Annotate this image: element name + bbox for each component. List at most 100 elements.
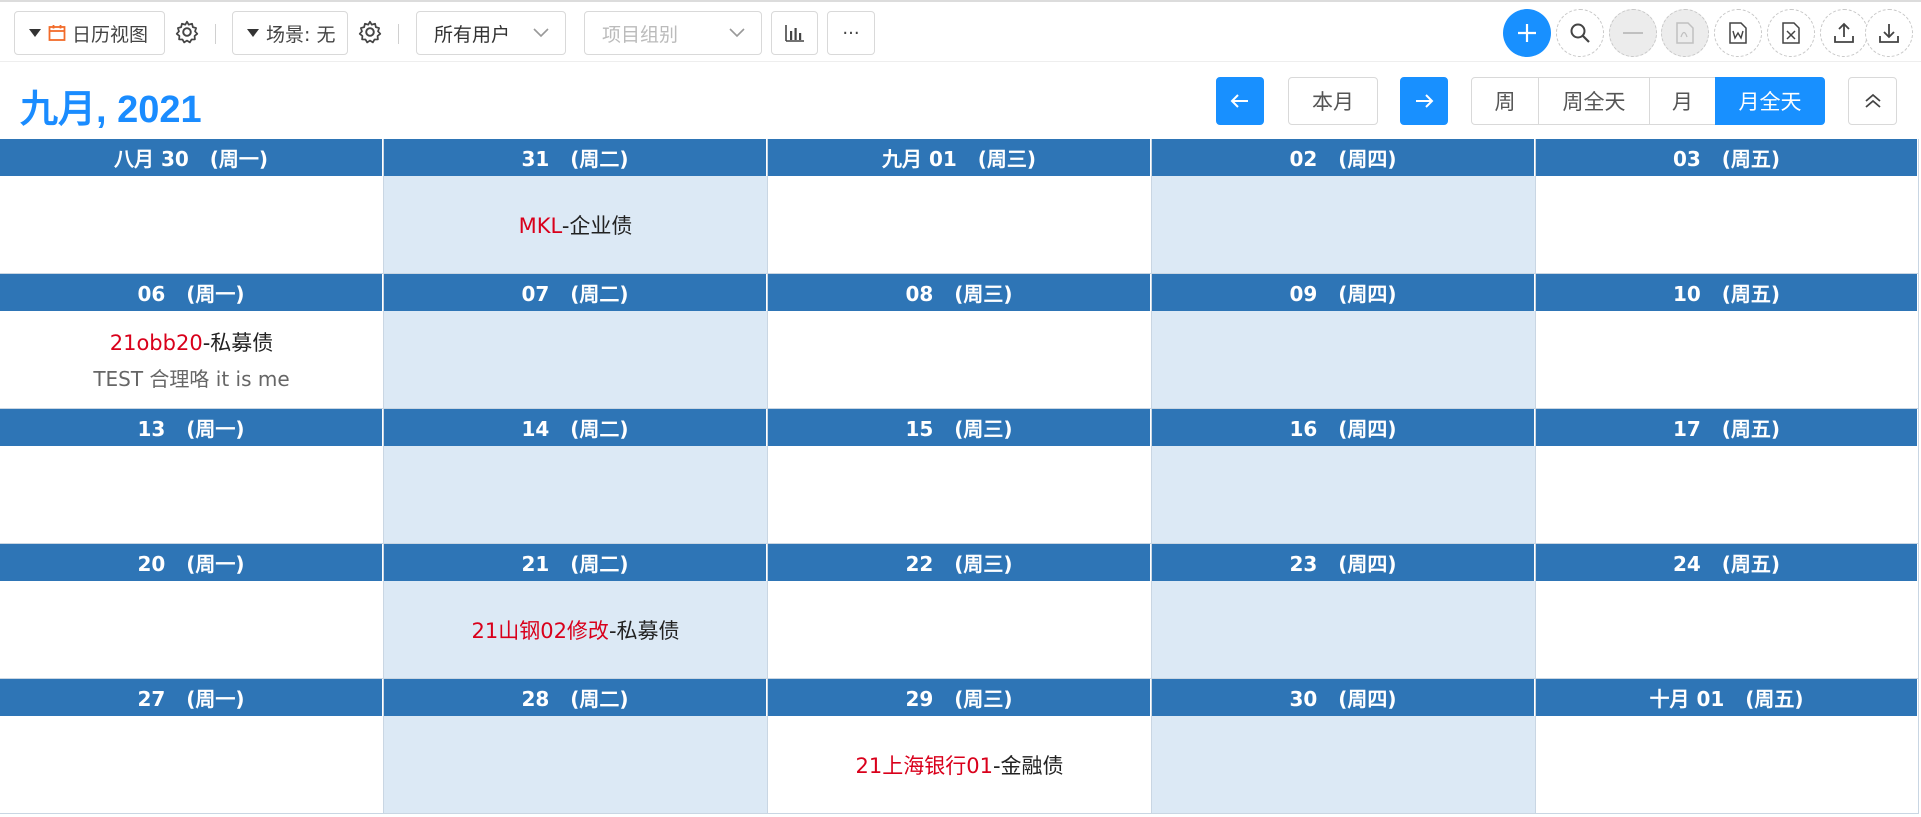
- calendar-event[interactable]: MKL-企业债: [519, 210, 633, 240]
- calendar-day-cell[interactable]: 16 (周四): [1152, 409, 1536, 544]
- day-body[interactable]: [384, 311, 767, 409]
- day-header: 27 (周一): [0, 679, 383, 716]
- calendar-day-cell[interactable]: 24 (周五): [1536, 544, 1919, 679]
- calendar-day-cell[interactable]: 06 (周一) 21obb20-私募债 TEST 合理咯 it is me: [0, 274, 384, 409]
- mode-month-allday[interactable]: 月全天: [1715, 77, 1825, 125]
- day-body[interactable]: [1152, 446, 1535, 544]
- collapse-button[interactable]: [1848, 77, 1897, 125]
- calendar-day-cell[interactable]: 31 (周二) MKL-企业债: [384, 139, 768, 274]
- day-body[interactable]: [0, 446, 383, 544]
- day-body[interactable]: [1536, 176, 1918, 274]
- calendar-day-cell[interactable]: 10 (周五): [1536, 274, 1919, 409]
- day-body[interactable]: [768, 581, 1151, 679]
- calendar-day-cell[interactable]: 09 (周四): [1152, 274, 1536, 409]
- view-switcher-button[interactable]: 日历视图: [14, 11, 165, 55]
- calendar-day-cell[interactable]: 14 (周二): [384, 409, 768, 544]
- day-body[interactable]: [1152, 581, 1535, 679]
- calendar-day-cell[interactable]: 15 (周三): [768, 409, 1152, 544]
- calendar-event[interactable]: 21山钢02修改-私募债: [471, 615, 679, 645]
- bar-chart-icon: [784, 25, 804, 42]
- calendar-day-cell[interactable]: 08 (周三): [768, 274, 1152, 409]
- calendar-day-cell[interactable]: 27 (周一): [0, 679, 384, 814]
- day-header: 07 (周二): [384, 274, 767, 311]
- day-body[interactable]: 21上海银行01-金融债: [768, 716, 1151, 814]
- day-body[interactable]: [0, 581, 383, 679]
- day-body[interactable]: [0, 176, 383, 274]
- caret-down-icon: [29, 29, 41, 37]
- calendar-day-cell[interactable]: 03 (周五): [1536, 139, 1919, 274]
- export-word-button[interactable]: [1714, 9, 1762, 57]
- chart-button[interactable]: [771, 11, 818, 55]
- calendar-week-row: 06 (周一) 21obb20-私募债 TEST 合理咯 it is me 07 (周…: [0, 274, 1919, 409]
- search-button[interactable]: [1556, 9, 1604, 57]
- day-header: 22 (周三): [768, 544, 1151, 581]
- users-select[interactable]: 所有用户: [416, 11, 566, 55]
- calendar-day-cell[interactable]: 13 (周一): [0, 409, 384, 544]
- download-button[interactable]: [1865, 9, 1913, 57]
- minus-icon: [1623, 32, 1643, 34]
- day-body[interactable]: [1152, 716, 1535, 814]
- day-body[interactable]: [1536, 446, 1918, 544]
- more-label: ···: [842, 22, 860, 44]
- day-body[interactable]: [1152, 311, 1535, 409]
- calendar-day-cell[interactable]: 20 (周一): [0, 544, 384, 679]
- day-body[interactable]: [768, 176, 1151, 274]
- day-body[interactable]: 21obb20-私募债 TEST 合理咯 it is me: [0, 311, 383, 409]
- calendar-day-cell[interactable]: 22 (周三): [768, 544, 1152, 679]
- day-header: 23 (周四): [1152, 544, 1535, 581]
- upload-button[interactable]: [1820, 9, 1868, 57]
- day-body[interactable]: [768, 446, 1151, 544]
- prev-month-button[interactable]: [1216, 77, 1264, 125]
- remove-button[interactable]: [1609, 9, 1657, 57]
- download-icon: [1879, 24, 1899, 43]
- mode-week-allday[interactable]: 周全天: [1538, 77, 1650, 125]
- calendar-day-cell[interactable]: 28 (周二): [384, 679, 768, 814]
- next-month-button[interactable]: [1400, 77, 1448, 125]
- scene-button[interactable]: 场景: 无: [232, 11, 348, 55]
- calendar-day-cell[interactable]: 九月 01 (周三): [768, 139, 1152, 274]
- day-body[interactable]: [384, 446, 767, 544]
- day-header: 30 (周四): [1152, 679, 1535, 716]
- day-header: 06 (周一): [0, 274, 383, 311]
- calendar-day-cell[interactable]: 02 (周四): [1152, 139, 1536, 274]
- day-body[interactable]: [0, 716, 383, 814]
- calendar-day-cell[interactable]: 十月 01 (周五): [1536, 679, 1919, 814]
- day-body[interactable]: [1536, 716, 1918, 814]
- add-button[interactable]: [1503, 9, 1551, 57]
- group-select-placeholder: 项目组别: [602, 23, 679, 46]
- day-body[interactable]: [1536, 311, 1918, 409]
- day-body[interactable]: [768, 311, 1151, 409]
- calendar-day-cell[interactable]: 23 (周四): [1152, 544, 1536, 679]
- calendar-day-cell[interactable]: 07 (周二): [384, 274, 768, 409]
- day-header: 02 (周四): [1152, 139, 1535, 176]
- arrow-right-icon: [1416, 94, 1434, 108]
- this-month-button[interactable]: 本月: [1288, 77, 1378, 125]
- day-header: 九月 01 (周三): [768, 139, 1151, 176]
- calendar-day-cell[interactable]: 八月 30 (周一): [0, 139, 384, 274]
- day-header: 16 (周四): [1152, 409, 1535, 446]
- mode-week[interactable]: 周: [1471, 77, 1539, 125]
- toolbar-divider: [215, 24, 216, 44]
- export-excel-button[interactable]: [1767, 9, 1815, 57]
- toolbar-divider: [398, 24, 399, 44]
- calendar-day-cell[interactable]: 17 (周五): [1536, 409, 1919, 544]
- view-settings-gear-icon[interactable]: [174, 19, 200, 45]
- calendar-day-cell[interactable]: 29 (周三) 21上海银行01-金融债: [768, 679, 1152, 814]
- more-button[interactable]: ···: [827, 11, 875, 55]
- day-body[interactable]: [1152, 176, 1535, 274]
- day-body[interactable]: [1536, 581, 1918, 679]
- calendar-day-cell[interactable]: 21 (周二) 21山钢02修改-私募债: [384, 544, 768, 679]
- export-pdf-button[interactable]: [1661, 9, 1709, 57]
- calendar-event[interactable]: 21obb20-私募债: [110, 327, 274, 357]
- users-select-value: 所有用户: [434, 23, 511, 46]
- day-body[interactable]: 21山钢02修改-私募债: [384, 581, 767, 679]
- calendar-week-row: 八月 30 (周一) 31 (周二) MKL-企业债 九月 01 (周三) 02 (周四…: [0, 139, 1919, 274]
- day-body[interactable]: MKL-企业债: [384, 176, 767, 274]
- mode-month[interactable]: 月: [1649, 77, 1716, 125]
- calendar-day-cell[interactable]: 30 (周四): [1152, 679, 1536, 814]
- calendar-event[interactable]: 21上海银行01-金融债: [855, 750, 1063, 780]
- day-body[interactable]: [384, 716, 767, 814]
- scene-settings-gear-icon[interactable]: [357, 19, 383, 45]
- excel-file-icon: [1782, 22, 1800, 44]
- group-select[interactable]: 项目组别: [584, 11, 762, 55]
